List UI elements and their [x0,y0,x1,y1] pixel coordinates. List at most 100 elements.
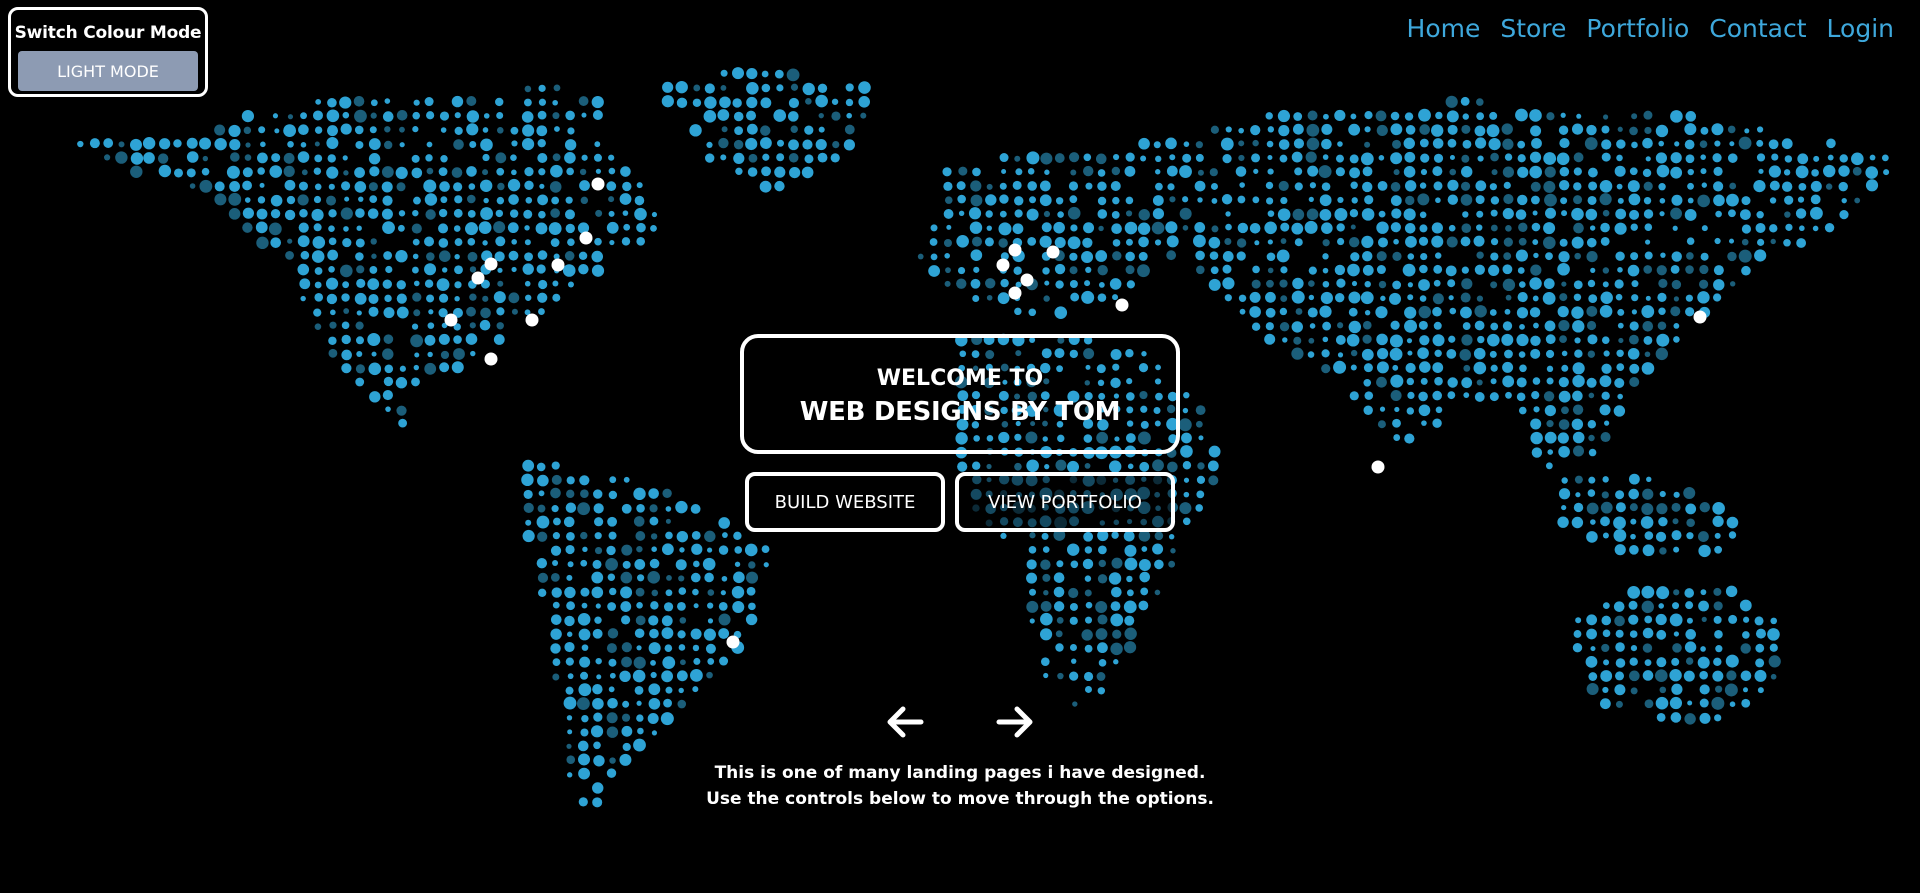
map-dot [521,137,535,151]
map-dot [1656,657,1667,668]
map-dot [1126,575,1133,583]
map-dot [1532,239,1539,245]
map-dot [1267,210,1275,217]
map-dot [761,83,771,93]
map-dot [1501,123,1513,135]
map-dot [622,181,632,192]
map-dot [142,137,156,150]
map-dot [665,589,673,597]
map-dot [1629,545,1639,555]
map-dot [1393,434,1401,441]
map-dot [1070,169,1077,176]
map-dot [1629,630,1638,638]
map-dot [340,207,353,220]
map-dot [554,126,560,132]
carousel-next-button[interactable] [993,700,1037,744]
map-dot [702,557,716,571]
map-dot [314,281,322,289]
map-dot [1725,585,1738,598]
map-dot [1309,182,1317,189]
map-dot [632,669,646,683]
map-dot [328,336,337,345]
map-dot [776,153,785,162]
view-portfolio-button[interactable]: VIEW PORTFOLIO [955,472,1175,532]
map-dot [706,141,713,148]
map-dot [1390,182,1401,192]
map-dot [576,697,590,711]
map-dot [241,110,255,123]
nav-home-link[interactable]: Home [1407,14,1481,43]
map-dot [1643,181,1653,191]
map-dot [1196,475,1206,484]
map-dot [1715,210,1722,218]
light-mode-button[interactable]: LIGHT MODE [18,51,198,91]
map-dot [1280,295,1288,303]
map-dot [1673,589,1680,596]
map-dot [1768,165,1781,178]
map-dot [453,225,461,232]
map-dot [929,238,938,246]
map-dot [1337,352,1344,358]
map-dot [1671,502,1681,512]
map-dot [1629,657,1638,666]
map-dot [1545,252,1553,261]
map-dot [1631,280,1639,288]
map-dot [1474,264,1485,275]
map-dot [665,506,672,512]
map-dot [1600,670,1613,682]
map-dot [313,195,322,204]
map-dot [413,196,421,205]
nav-login-link[interactable]: Login [1827,14,1894,43]
map-dot [1642,320,1654,332]
map-dot [594,546,603,555]
map-dot [1418,404,1431,417]
map-dot [537,250,548,260]
map-dot [1405,125,1416,135]
map-dot [1573,502,1584,513]
map-dot [745,613,758,626]
map-dot [1378,210,1386,218]
nav-portfolio-link[interactable]: Portfolio [1586,14,1689,43]
map-dot [1561,504,1567,511]
map-dot [1380,295,1386,302]
map-dot [621,237,631,246]
map-dot [342,237,352,248]
map-dot [1560,197,1568,205]
map-dot [1673,296,1679,302]
carousel-prev-button[interactable] [883,700,927,744]
map-dot [1529,277,1542,290]
map-dot [1322,280,1330,288]
map-dot [957,194,966,204]
map-dot [1587,489,1596,497]
build-website-button[interactable]: BUILD WEBSITE [745,472,945,532]
map-dot [1852,166,1862,176]
map-dot [1264,333,1276,345]
map-dot [1039,235,1052,248]
map-dot [550,643,561,654]
map-dot [1417,193,1430,206]
map-dot [762,153,770,161]
map-dot [355,208,365,218]
map-dot [1151,221,1165,235]
map-dot [1600,291,1613,304]
map-dot [1196,490,1205,499]
nav-contact-link[interactable]: Contact [1709,14,1806,43]
map-dot [1613,529,1627,542]
map-dot [255,221,268,234]
map-dot [719,656,729,666]
map-dot [1183,477,1190,483]
map-dot [1085,616,1093,624]
map-dot [454,126,463,136]
map-dot [330,309,336,316]
map-dot [972,461,981,470]
map-dot [1741,196,1751,206]
map-dot [1490,238,1499,246]
map-dot [552,112,560,120]
map-dot [1053,586,1065,598]
map-dot [1712,153,1722,163]
map-dot [1713,181,1724,192]
map-dot [1448,335,1456,343]
map-dot [311,250,325,263]
nav-store-link[interactable]: Store [1500,14,1566,43]
map-dot [381,181,393,193]
